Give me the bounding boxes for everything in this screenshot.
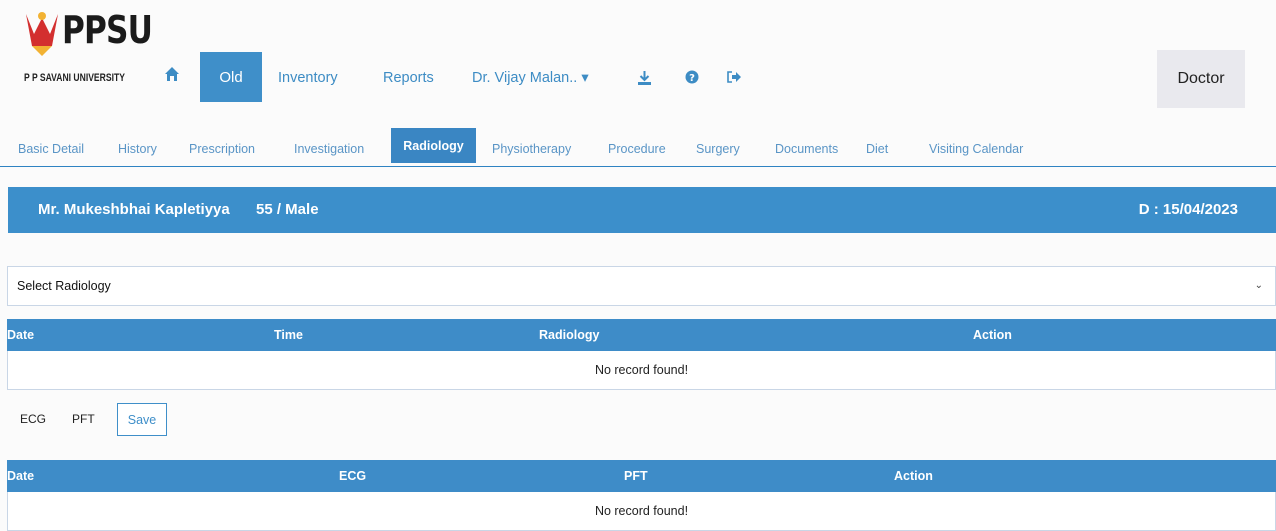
radiology-select[interactable]: Select Radiology ⌄ xyxy=(7,266,1276,306)
tab-history[interactable]: History xyxy=(118,142,157,156)
pft-option[interactable]: PFT xyxy=(72,412,95,426)
tab-diet[interactable]: Diet xyxy=(866,142,888,156)
empty-message: No record found! xyxy=(594,363,689,377)
patient-age-gender: 55 / Male xyxy=(256,201,319,218)
tab-radiology[interactable]: Radiology xyxy=(391,128,476,163)
nav-old[interactable]: Old xyxy=(200,52,262,102)
brand-name: PPSU xyxy=(62,8,153,52)
visit-date: D : 15/04/2023 xyxy=(1138,201,1238,218)
help-icon[interactable]: ? xyxy=(685,70,699,84)
tab-visiting-calendar[interactable]: Visiting Calendar xyxy=(929,142,1023,156)
tab-investigation[interactable]: Investigation xyxy=(294,142,364,156)
col-action: Action xyxy=(894,469,933,483)
top-navbar: PPSU P P SAVANI UNIVERSITY Old Inventory… xyxy=(0,0,1276,125)
patient-tabs: Basic Detail History Prescription Invest… xyxy=(0,128,1276,167)
col-radiology: Radiology xyxy=(539,328,600,342)
col-time: Time xyxy=(274,328,303,342)
download-icon[interactable] xyxy=(637,70,652,86)
ecg-option[interactable]: ECG xyxy=(20,412,46,426)
col-pft: PFT xyxy=(624,469,648,483)
table-row: No record found! xyxy=(7,351,1276,390)
brand-subtitle: P P SAVANI UNIVERSITY xyxy=(24,72,125,84)
col-ecg: ECG xyxy=(339,469,367,483)
ecg-pft-table: Date ECG PFT Action No record found! xyxy=(7,460,1276,531)
chevron-down-icon: ⌄ xyxy=(1254,280,1263,291)
table-header: Date ECG PFT Action xyxy=(7,460,1276,492)
nav-user-dropdown[interactable]: Dr. Vijay Malan.. ▾ xyxy=(472,70,589,86)
save-button[interactable]: Save xyxy=(117,403,167,436)
table-header: Date Time Radiology Action xyxy=(7,319,1276,351)
university-logo[interactable]: PPSU P P SAVANI UNIVERSITY xyxy=(22,8,153,108)
home-icon[interactable] xyxy=(164,66,180,82)
table-row: No record found! xyxy=(7,492,1276,531)
tab-physiotherapy[interactable]: Physiotherapy xyxy=(492,142,571,156)
empty-message: No record found! xyxy=(594,504,689,518)
radiology-table: Date Time Radiology Action No record fou… xyxy=(7,319,1276,390)
patient-banner: Mr. Mukeshbhai Kapletiyya 55 / Male D : … xyxy=(8,187,1276,233)
radiology-select-placeholder: Select Radiology xyxy=(17,279,111,293)
role-badge[interactable]: Doctor xyxy=(1157,50,1245,108)
tab-basic-detail[interactable]: Basic Detail xyxy=(18,142,84,156)
tab-procedure[interactable]: Procedure xyxy=(608,142,666,156)
col-date: Date xyxy=(7,469,35,483)
tab-documents[interactable]: Documents xyxy=(775,142,838,156)
logo-emblem-icon xyxy=(26,12,58,56)
col-action: Action xyxy=(973,328,1012,342)
tab-prescription[interactable]: Prescription xyxy=(189,142,255,156)
nav-reports[interactable]: Reports xyxy=(383,70,434,86)
tab-surgery[interactable]: Surgery xyxy=(696,142,740,156)
col-date: Date xyxy=(7,328,35,342)
logout-icon[interactable] xyxy=(726,70,742,84)
patient-name: Mr. Mukeshbhai Kapletiyya xyxy=(38,201,230,218)
svg-text:?: ? xyxy=(689,73,695,84)
nav-inventory[interactable]: Inventory xyxy=(278,70,338,86)
